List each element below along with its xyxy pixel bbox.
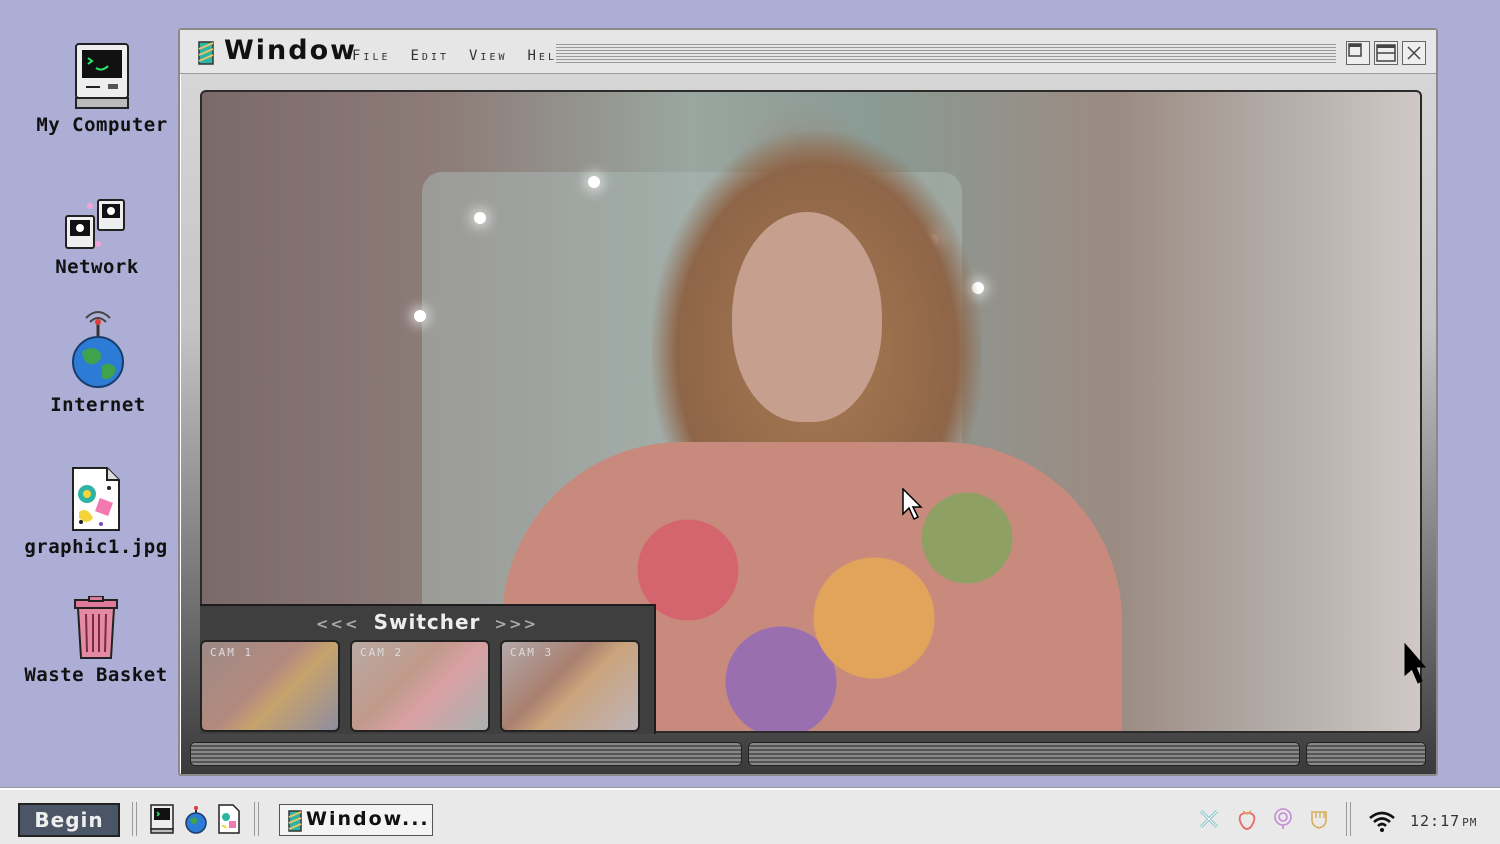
camera-thumbnails: CAM 1 CAM 2 CAM 3 bbox=[200, 640, 640, 732]
taskbar-separator bbox=[1346, 802, 1351, 836]
cam-3-thumbnail[interactable]: CAM 3 bbox=[500, 640, 640, 732]
close-x-icon[interactable] bbox=[1198, 808, 1220, 830]
cam-1-thumbnail[interactable]: CAM 1 bbox=[200, 640, 340, 732]
image-file-icon bbox=[72, 467, 120, 531]
desktop-icon-waste-basket[interactable]: Waste Basket bbox=[16, 596, 176, 686]
taskbar: Begin Window... 12:17 PM bbox=[0, 788, 1500, 844]
status-slot-3 bbox=[1306, 742, 1426, 766]
video-person-face bbox=[732, 212, 882, 422]
begin-button[interactable]: Begin bbox=[18, 803, 120, 837]
network-icon bbox=[65, 199, 125, 249]
desktop-icon-my-computer[interactable]: My Computer bbox=[22, 42, 182, 136]
camera-switcher: <<< Switcher >>> CAM 1 CAM 2 CAM 3 bbox=[200, 604, 656, 734]
menu-bar: File Edit View Help bbox=[352, 48, 566, 64]
taskbar-separator bbox=[254, 802, 259, 836]
cam-label: CAM 1 bbox=[210, 646, 254, 659]
desktop-icon-internet[interactable]: Internet bbox=[18, 306, 178, 416]
target-icon[interactable] bbox=[1272, 808, 1294, 830]
video-light bbox=[474, 212, 486, 224]
menu-view[interactable]: View bbox=[469, 48, 508, 64]
video-light bbox=[414, 310, 426, 322]
taskbar-clock[interactable]: 12:17 PM bbox=[1410, 812, 1477, 830]
cam-label: CAM 3 bbox=[510, 646, 554, 659]
title-bar-stripes bbox=[556, 44, 1336, 64]
mouse-pointer-icon bbox=[1404, 643, 1426, 684]
switcher-header: <<< Switcher >>> bbox=[200, 610, 654, 638]
cam-label: CAM 2 bbox=[360, 646, 404, 659]
menu-file[interactable]: File bbox=[352, 48, 391, 64]
desktop-icon-label: Waste Basket bbox=[24, 664, 168, 686]
maximize-icon bbox=[1376, 44, 1396, 62]
menu-edit[interactable]: Edit bbox=[411, 48, 450, 64]
switcher-next-arrows[interactable]: >>> bbox=[494, 615, 538, 633]
main-window[interactable]: Window File Edit View Help <<< Switcher … bbox=[178, 28, 1438, 776]
window-app-icon bbox=[198, 41, 214, 65]
close-icon bbox=[1407, 46, 1421, 60]
taskbar-separator bbox=[132, 802, 137, 836]
fist-icon[interactable] bbox=[1308, 808, 1330, 830]
computer-icon bbox=[75, 43, 129, 109]
title-bar[interactable]: Window File Edit View Help bbox=[180, 30, 1436, 74]
clock-time: 12:17 bbox=[1410, 812, 1461, 830]
quick-launch-image-file-icon[interactable] bbox=[218, 804, 240, 834]
quick-launch-computer-icon[interactable] bbox=[150, 804, 174, 834]
window-controls bbox=[1346, 41, 1426, 65]
minimize-button[interactable] bbox=[1346, 41, 1370, 65]
mouse-pointer-icon bbox=[902, 488, 923, 521]
desktop-icon-graphic1[interactable]: graphic1.jpg bbox=[16, 466, 176, 558]
clock-ampm: PM bbox=[1462, 816, 1478, 829]
desktop-icon-label: Internet bbox=[50, 394, 146, 416]
video-light bbox=[588, 176, 600, 188]
status-slot-2 bbox=[748, 742, 1300, 766]
minimize-icon bbox=[1348, 43, 1362, 57]
switcher-prev-arrows[interactable]: <<< bbox=[316, 615, 360, 633]
desktop-icon-label: Network bbox=[55, 256, 139, 278]
taskbar-window-button[interactable]: Window... bbox=[279, 804, 433, 836]
desktop-icon-network[interactable]: Network bbox=[17, 198, 177, 278]
window-app-icon bbox=[288, 810, 302, 832]
quick-launch-globe-icon[interactable] bbox=[184, 804, 208, 834]
desktop-icon-label: My Computer bbox=[36, 114, 168, 136]
strawberry-icon[interactable] bbox=[1236, 808, 1258, 830]
window-title: Window bbox=[224, 35, 358, 66]
maximize-button[interactable] bbox=[1374, 41, 1398, 65]
desktop-icon-label: graphic1.jpg bbox=[24, 536, 168, 558]
trash-icon bbox=[74, 596, 118, 659]
globe-antenna-icon bbox=[72, 311, 124, 388]
taskbar-window-label: Window... bbox=[306, 808, 430, 830]
wifi-icon[interactable] bbox=[1368, 810, 1396, 832]
status-slot-1 bbox=[190, 742, 742, 766]
switcher-title: Switcher bbox=[373, 610, 481, 634]
close-button[interactable] bbox=[1402, 41, 1426, 65]
cam-2-thumbnail[interactable]: CAM 2 bbox=[350, 640, 490, 732]
status-bar bbox=[190, 742, 1426, 766]
